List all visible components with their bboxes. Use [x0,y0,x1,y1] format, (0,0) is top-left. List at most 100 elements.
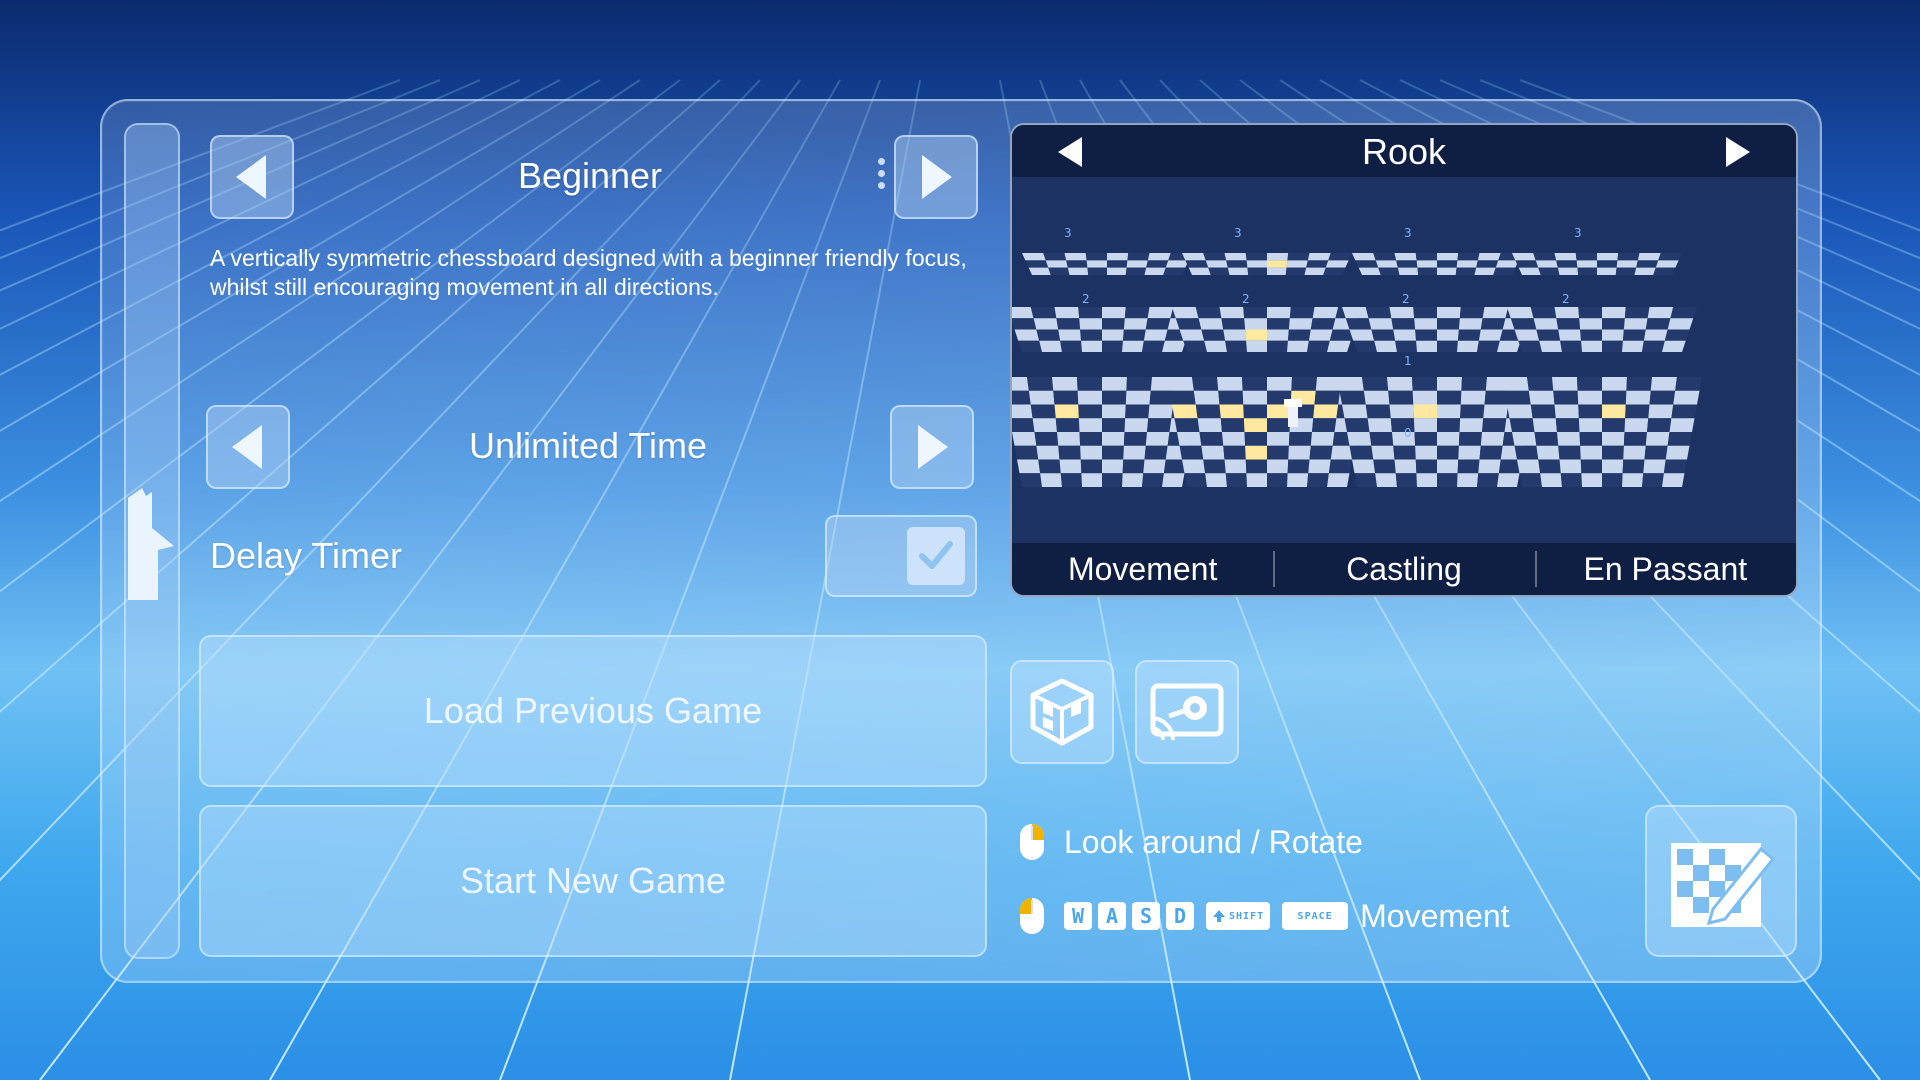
board-tile [1125,404,1150,419]
board-prev-button[interactable] [210,135,294,219]
steam-remote-play-button[interactable] [1135,660,1239,764]
board-tile [1577,267,1597,275]
board-tile [1267,340,1288,352]
board-tile [1554,307,1580,319]
board-tile [1148,404,1174,419]
board-tile [1102,418,1126,432]
board-tile [1077,377,1102,391]
board-tile [1460,404,1485,419]
delay-timer-toggle[interactable] [825,515,977,597]
board-tile [1144,267,1166,275]
board-tile [1345,318,1372,330]
board-tile [1457,473,1479,487]
time-prev-button[interactable] [206,405,290,489]
start-new-game-button[interactable]: Start New Game [199,805,987,957]
board-tile [1527,377,1554,391]
more-options-icon[interactable] [876,158,886,192]
board-tile [1394,459,1417,474]
board-tile [1310,318,1336,330]
board-tile [1219,307,1245,319]
board-tile [1267,307,1291,319]
board-tile [1079,318,1102,330]
home-tab-icon[interactable] [128,488,174,600]
board-tile [1203,253,1227,261]
board-tile [1457,253,1480,261]
board-tile [1602,459,1624,474]
board-tile [1395,340,1417,352]
board-tile [1455,267,1477,275]
board-tile [1226,260,1248,268]
board-tile [1459,418,1484,432]
board-tile [1245,459,1267,474]
board-tile [1349,445,1374,460]
board-tile [1225,340,1247,352]
board-tile [1165,260,1189,268]
board-tile [1287,473,1309,487]
look-control-label: Look around / Rotate [1064,823,1363,860]
board-tile [1122,459,1145,474]
board-tile [1457,340,1479,352]
board-tile [1123,432,1147,446]
board-tile [1107,267,1127,275]
board-tile [1532,418,1557,432]
board-preview[interactable]: 3 3 3 3 2 2 2 2 1 0 [1012,177,1796,543]
board-tile [1647,418,1672,432]
load-previous-game-button[interactable]: Load Previous Game [199,635,987,787]
board-tile [1504,390,1531,405]
look-control-hint: Look around / Rotate [1018,822,1363,862]
board-tile [1510,318,1537,330]
board-tile [1437,260,1458,268]
board-next-button[interactable] [894,135,978,219]
board-tile [1162,340,1186,352]
level-label: 3 [1064,226,1072,240]
board-tile [1337,377,1364,391]
board-tile [1147,307,1174,319]
time-next-button[interactable] [890,405,974,489]
board-tile [1122,473,1144,487]
board-tile [1267,445,1289,460]
board-tile [1412,377,1437,391]
board-tile [1033,318,1059,330]
board-tile [1578,404,1602,419]
board-tile [1107,260,1128,268]
board-tile [1204,340,1227,352]
board-tile [1078,404,1102,419]
tab-castling[interactable]: Castling [1273,543,1534,595]
piece-next-button[interactable] [1718,135,1754,169]
board-tile [1030,404,1056,419]
shift-arrow-icon [1213,910,1225,922]
board-tile [1014,445,1039,460]
board-tile [1375,473,1397,487]
key-w: W [1064,902,1092,930]
board-tile [1174,418,1200,432]
board-tile [1518,267,1541,275]
board-tile [1167,377,1194,391]
board-tile [1308,329,1333,341]
board-tile [1224,459,1247,474]
board-tile [1143,459,1166,474]
tab-en-passant[interactable]: En Passant [1534,543,1796,595]
tab-movement[interactable]: Movement [1012,543,1273,595]
board-tile [1575,253,1597,261]
board-tile [1285,267,1307,275]
board-tile [1085,253,1107,261]
board-tile [1314,390,1341,405]
board-tile [1671,404,1697,419]
board-tile [1059,459,1082,474]
board-tile [1179,329,1205,341]
board-tile [1555,418,1580,432]
board-tile [1221,318,1246,330]
board-tile [1339,390,1366,405]
board-tile [1358,267,1381,275]
board-tile [1437,267,1457,275]
piece-preview-tabs: Movement Castling En Passant [1012,543,1796,595]
board-tile [1437,390,1462,405]
board-tile [1107,253,1129,261]
board-cube-button[interactable] [1010,660,1114,764]
board-editor-button[interactable] [1645,805,1797,957]
board-tile [1556,318,1581,330]
board-tile [1223,445,1246,460]
board-tile [1079,432,1102,446]
board-tile [1054,404,1079,419]
board-tile [1373,253,1397,261]
